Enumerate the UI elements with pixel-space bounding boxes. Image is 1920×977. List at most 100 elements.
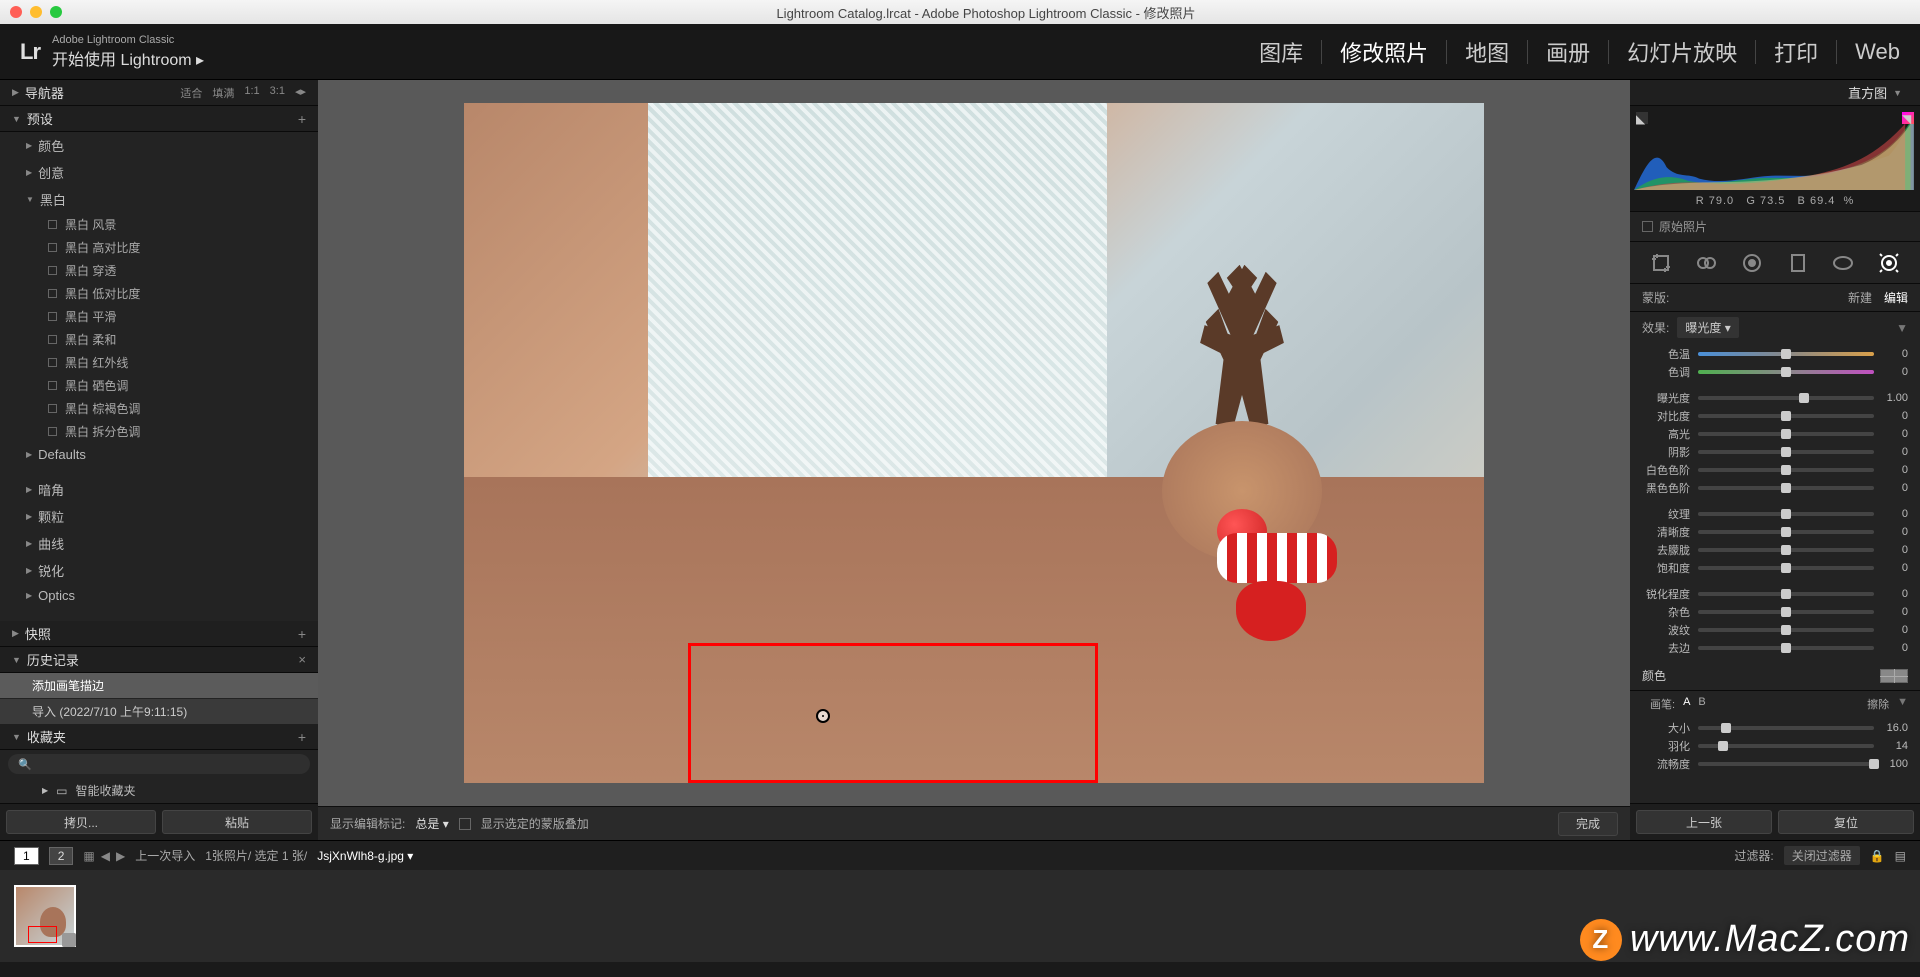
get-started-link[interactable]: 开始使用 Lightroom ▸ [52, 46, 204, 70]
preset-group-optics[interactable]: ▶Optics [0, 584, 318, 607]
history-panel-header[interactable]: ▼ 历史记录 × [0, 647, 318, 673]
slider-moire[interactable]: 波纹0 [1642, 621, 1908, 639]
done-button[interactable]: 完成 [1558, 812, 1618, 836]
module-print[interactable]: 打印 [1774, 36, 1818, 68]
maximize-window-button[interactable] [50, 6, 62, 18]
radial-filter-tool-icon[interactable] [1828, 248, 1858, 278]
slider-whites[interactable]: 白色色阶0 [1642, 461, 1908, 479]
preset-item[interactable]: 黑白 风景 [0, 213, 318, 236]
snapshots-panel-header[interactable]: ▶ 快照 + [0, 621, 318, 647]
slider-blacks[interactable]: 黑色色阶0 [1642, 479, 1908, 497]
filmstrip-thumbnail[interactable] [14, 885, 76, 947]
slider-tint[interactable]: 色调0 [1642, 363, 1908, 381]
preset-item[interactable]: 黑白 红外线 [0, 351, 318, 374]
nav-zoom-3to1[interactable]: 3:1 [270, 85, 285, 101]
slider-noise[interactable]: 杂色0 [1642, 603, 1908, 621]
nav-forward-icon[interactable]: ▶ [116, 849, 125, 863]
preset-item[interactable]: 黑白 高对比度 [0, 236, 318, 259]
preset-group-grain[interactable]: ▶颗粒 [0, 503, 318, 530]
highlight-clipping-indicator[interactable]: ◥ [1902, 112, 1914, 124]
slider-exposure[interactable]: 曝光度1.00 [1642, 389, 1908, 407]
spot-removal-tool-icon[interactable] [1691, 248, 1721, 278]
preset-item[interactable]: 黑白 穿透 [0, 259, 318, 282]
preset-item[interactable]: 黑白 硒色调 [0, 374, 318, 397]
add-snapshot-button[interactable]: + [298, 626, 306, 642]
slider-clarity[interactable]: 清晰度0 [1642, 523, 1908, 541]
mask-new-tab[interactable]: 新建 [1848, 289, 1872, 306]
module-map[interactable]: 地图 [1465, 36, 1509, 68]
grid-icon[interactable]: ▦ [83, 849, 94, 863]
previous-button[interactable]: 上一张 [1636, 810, 1772, 834]
preset-item[interactable]: 黑白 棕褐色调 [0, 397, 318, 420]
slider-saturation[interactable]: 饱和度0 [1642, 559, 1908, 577]
nav-zoom-1to1[interactable]: 1:1 [244, 85, 259, 101]
original-photo-row[interactable]: 原始照片 [1630, 212, 1920, 242]
add-collection-button[interactable]: + [298, 729, 306, 745]
slider-contrast[interactable]: 对比度0 [1642, 407, 1908, 425]
slider-brush-feather[interactable]: 羽化14 [1642, 737, 1908, 755]
mask-overlay-checkbox[interactable] [459, 818, 471, 830]
close-window-button[interactable] [10, 6, 22, 18]
slider-shadows[interactable]: 阴影0 [1642, 443, 1908, 461]
preset-group-color[interactable]: ▶颜色 [0, 132, 318, 159]
history-item-selected[interactable]: 添加画笔描边 [0, 673, 318, 698]
filter-menu-icon[interactable]: ▤ [1895, 849, 1906, 863]
module-slideshow[interactable]: 幻灯片放映 [1627, 36, 1737, 68]
module-library[interactable]: 图库 [1259, 36, 1303, 68]
preset-item[interactable]: 黑白 低对比度 [0, 282, 318, 305]
module-book[interactable]: 画册 [1546, 36, 1590, 68]
redeye-tool-icon[interactable] [1737, 248, 1767, 278]
add-preset-button[interactable]: + [298, 111, 306, 127]
slider-defringe[interactable]: 去边0 [1642, 639, 1908, 657]
nav-zoom-fit[interactable]: 适合 [180, 85, 202, 101]
source-label[interactable]: 上一次导入 [135, 847, 195, 864]
nav-back-icon[interactable]: ◀ [101, 849, 110, 863]
copy-settings-button[interactable]: 拷贝... [6, 810, 156, 834]
nav-zoom-fill[interactable]: 填满 [212, 85, 234, 101]
main-display-button[interactable]: 1 [14, 847, 39, 865]
second-display-button[interactable]: 2 [49, 847, 74, 865]
original-checkbox[interactable] [1642, 221, 1653, 232]
histogram-panel-header[interactable]: 直方图 ▼ [1630, 80, 1920, 106]
shadow-clipping-indicator[interactable]: ◣ [1636, 112, 1648, 124]
show-edit-pins-dropdown[interactable]: 总是 ▾ [415, 815, 448, 832]
color-swatch[interactable] [1880, 669, 1908, 683]
clear-history-button[interactable]: × [298, 652, 306, 667]
brush-erase-tab[interactable]: 擦除 [1867, 696, 1889, 712]
minimize-window-button[interactable] [30, 6, 42, 18]
preset-item[interactable]: 黑白 平滑 [0, 305, 318, 328]
collections-panel-header[interactable]: ▼ 收藏夹 + [0, 724, 318, 750]
filter-off-dropdown[interactable]: 关闭过滤器 [1784, 846, 1860, 865]
brush-a-tab[interactable]: A [1683, 696, 1690, 712]
histogram-display[interactable]: ◣ ◥ R 79.0 G 73.5 B 69.4 % [1630, 106, 1920, 212]
preset-group-vignette[interactable]: ▶暗角 [0, 476, 318, 503]
graduated-filter-tool-icon[interactable] [1783, 248, 1813, 278]
brush-b-tab[interactable]: B [1698, 696, 1705, 712]
preset-group-bw[interactable]: ▼黑白 [0, 186, 318, 213]
color-picker-row[interactable]: 颜色 [1630, 661, 1920, 690]
preset-group-defaults[interactable]: ▶Defaults [0, 443, 318, 466]
preset-item[interactable]: 黑白 拆分色调 [0, 420, 318, 443]
preset-group-creative[interactable]: ▶创意 [0, 159, 318, 186]
preview-image[interactable] [464, 103, 1484, 783]
reset-button[interactable]: 复位 [1778, 810, 1914, 834]
slider-texture[interactable]: 纹理0 [1642, 505, 1908, 523]
filter-lock-icon[interactable]: 🔒 [1870, 849, 1885, 863]
crop-tool-icon[interactable] [1646, 248, 1676, 278]
mask-edit-tab[interactable]: 编辑 [1884, 289, 1908, 306]
history-item[interactable]: 导入 (2022/7/10 上午9:11:15) [0, 699, 318, 724]
chevron-down-icon[interactable]: ▼ [1897, 696, 1908, 712]
slider-temp[interactable]: 色温0 [1642, 345, 1908, 363]
slider-brush-flow[interactable]: 流畅度100 [1642, 755, 1908, 773]
presets-panel-header[interactable]: ▼ 预设 + [0, 106, 318, 132]
chevron-down-icon[interactable]: ▼ [1896, 321, 1908, 335]
module-develop[interactable]: 修改照片 [1340, 36, 1428, 68]
adjustment-brush-tool-icon[interactable] [1874, 248, 1904, 278]
slider-brush-size[interactable]: 大小16.0 [1642, 719, 1908, 737]
module-web[interactable]: Web [1855, 39, 1900, 65]
brush-pin-marker[interactable] [816, 709, 830, 723]
preset-item[interactable]: 黑白 柔和 [0, 328, 318, 351]
navigator-panel-header[interactable]: ▶ 导航器 适合 填满 1:1 3:1 ◂▸ [0, 80, 318, 106]
slider-dehaze[interactable]: 去朦胧0 [1642, 541, 1908, 559]
effect-dropdown[interactable]: 曝光度 ▾ [1677, 317, 1738, 338]
